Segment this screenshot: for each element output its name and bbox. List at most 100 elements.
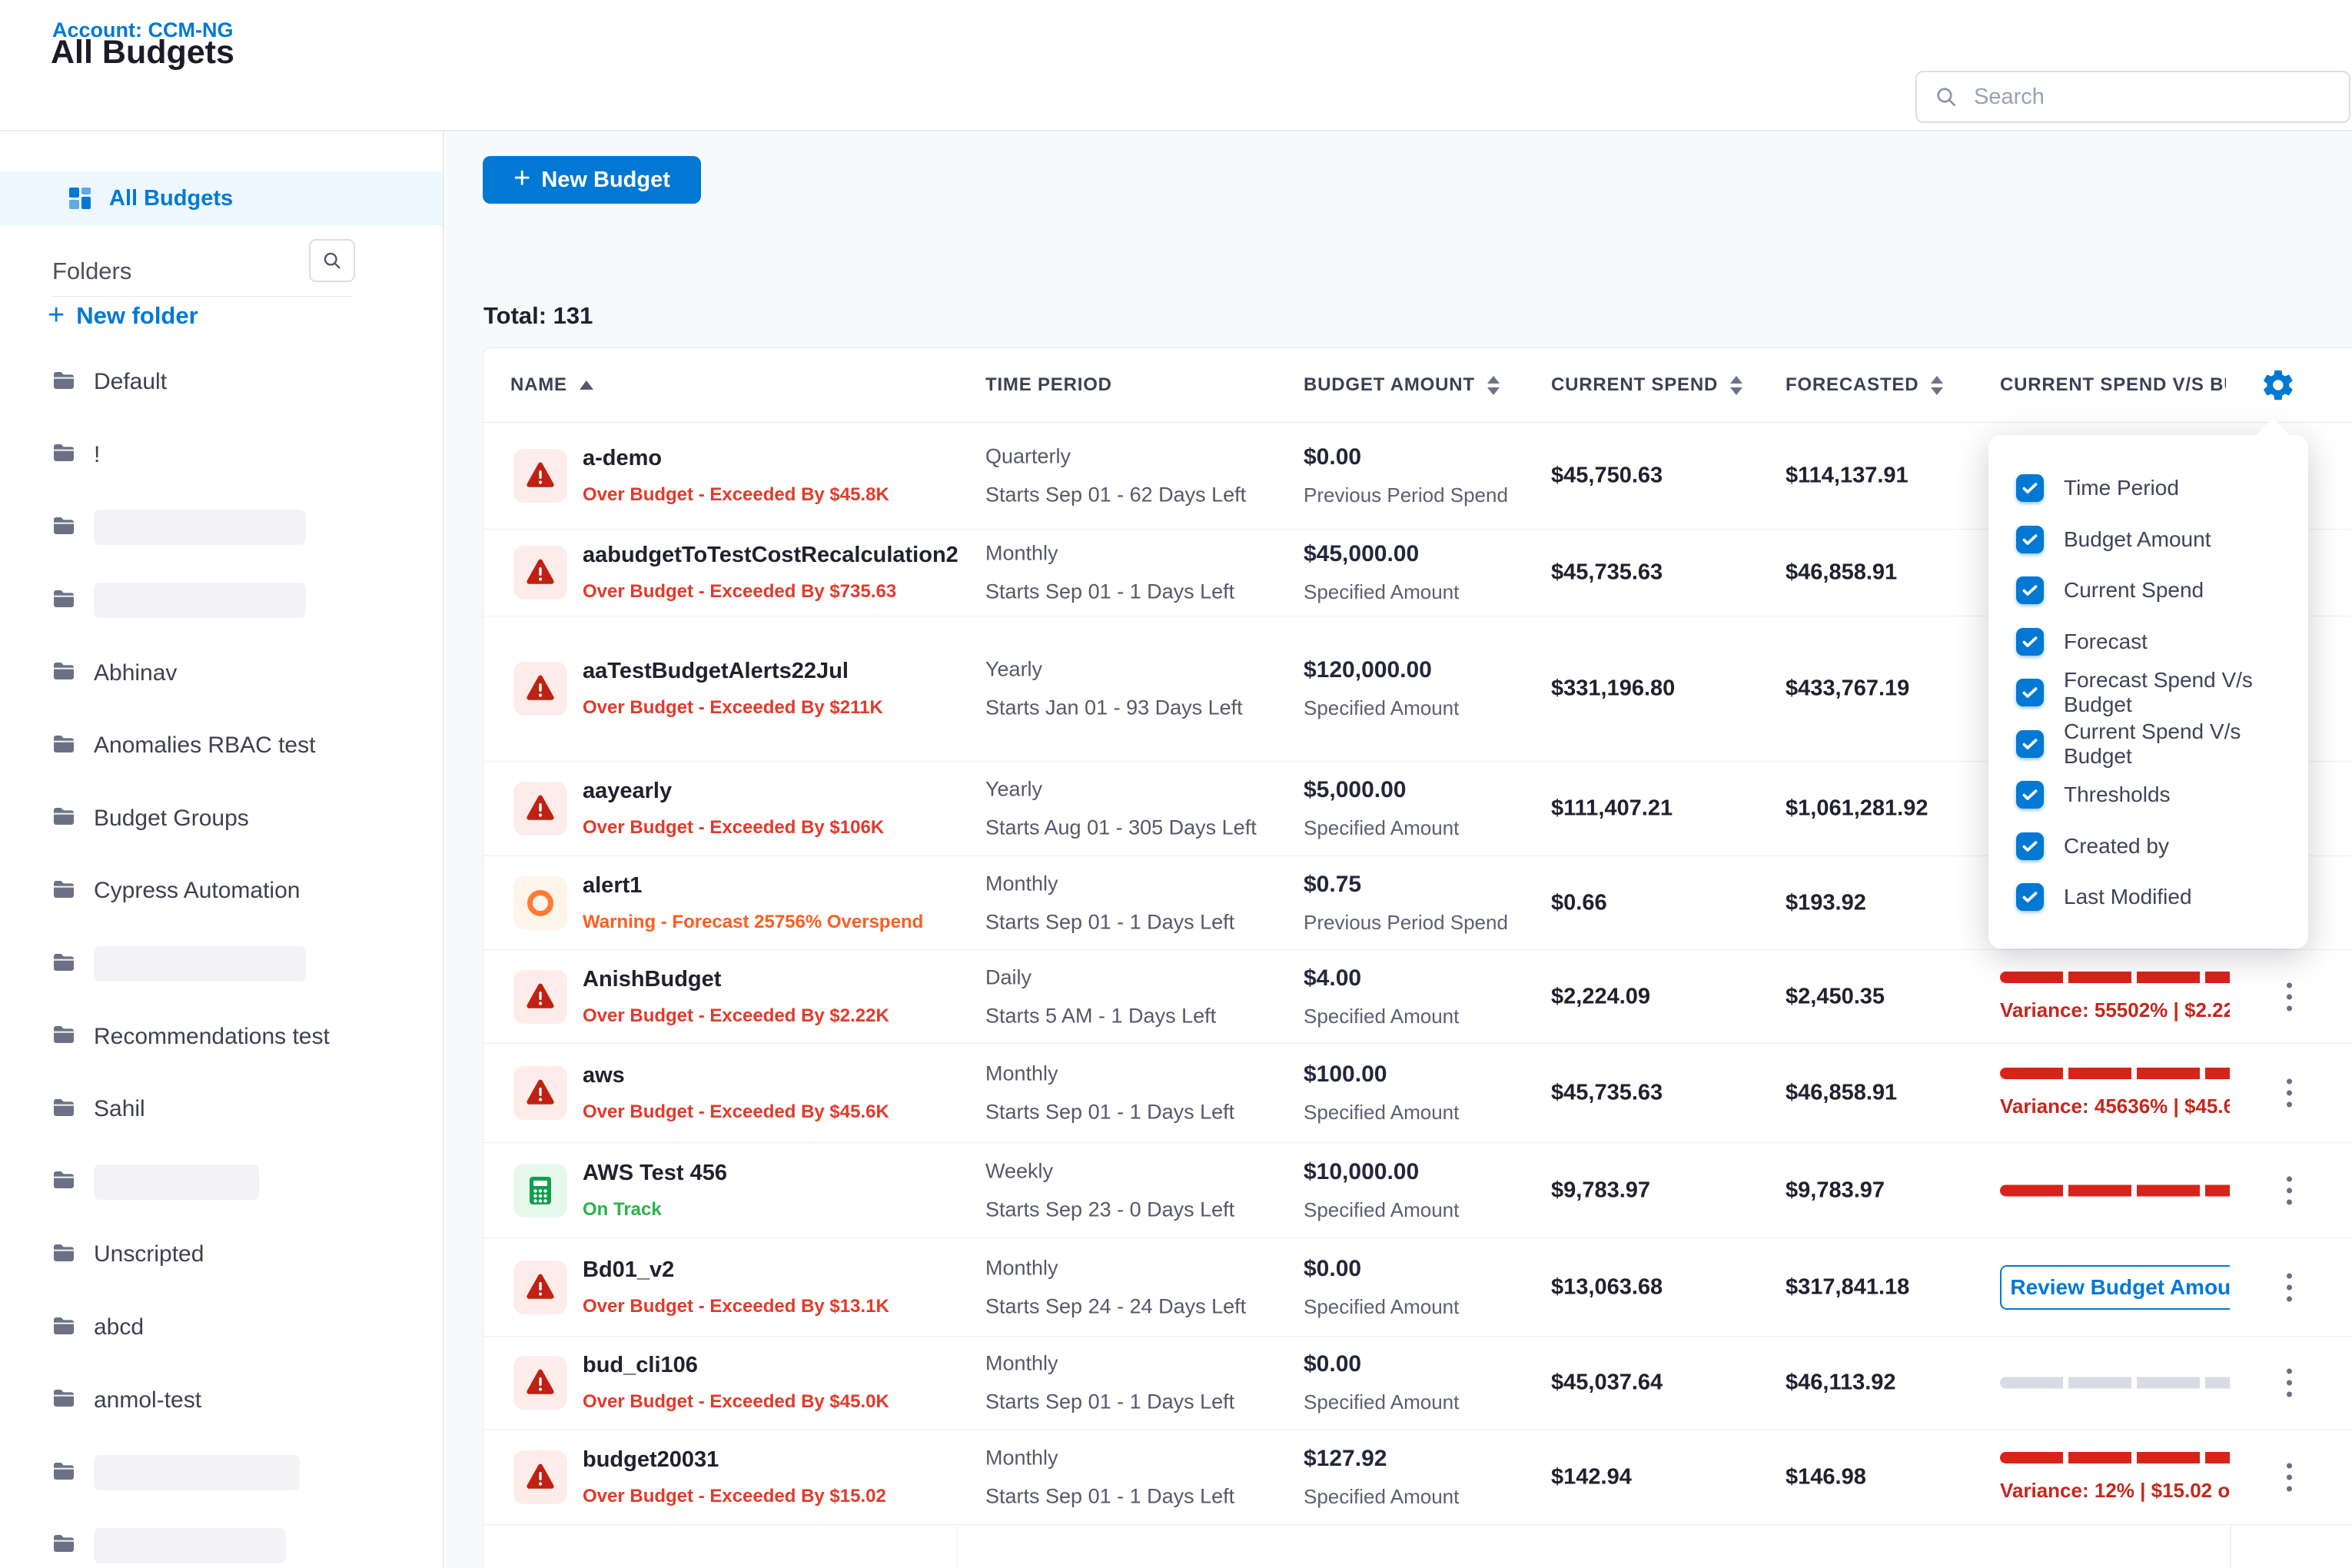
column-menu-item-forecast-spend-v-s-budget[interactable]: Forecast Spend V/s Budget	[2016, 667, 2308, 719]
checkbox-checked-icon[interactable]	[2016, 526, 2044, 553]
folder-item-redacted[interactable]	[52, 491, 443, 564]
time-period-cell: YearlyStarts Aug 01 - 305 Days Left	[985, 778, 1257, 840]
row-menu-kebab-icon[interactable]	[2280, 1458, 2298, 1496]
folder-item-redacted[interactable]	[52, 564, 443, 637]
folder-label: Sahil	[94, 1096, 145, 1122]
column-menu-item-forecast[interactable]: Forecast	[2016, 616, 2308, 668]
alert-triangle-icon	[513, 1450, 567, 1504]
folder-icon	[52, 589, 75, 613]
column-menu-item-time-period[interactable]: Time Period	[2016, 463, 2308, 514]
folder-item-[interactable]: !	[52, 419, 443, 492]
budget-name-cell: AnishBudgetOver Budget - Exceeded By $2.…	[583, 967, 889, 1027]
budget-name-cell: bud_cli106Over Budget - Exceeded By $45.…	[583, 1353, 889, 1413]
table-row-budget20031[interactable]: budget20031Over Budget - Exceeded By $15…	[483, 1430, 2352, 1525]
budget-name: AWS Test 456	[583, 1161, 727, 1186]
table-search-box	[1915, 71, 2350, 123]
folder-item-anomalies-rbac-test[interactable]: Anomalies RBAC test	[52, 709, 443, 782]
budget-amount-note: Previous Period Spend	[1304, 483, 1508, 507]
table-row-aws[interactable]: awsOver Budget - Exceeded By $45.6KMonth…	[483, 1044, 2352, 1143]
folder-item-redacted[interactable]	[52, 928, 443, 1001]
column-menu-item-created-by[interactable]: Created by	[2016, 821, 2308, 872]
sidebar-item-all-budgets[interactable]: All Budgets	[0, 171, 443, 225]
checkbox-checked-icon[interactable]	[2016, 730, 2044, 758]
column-header-current-spend-v-s-budget: CURRENT SPEND V/S BUDGET	[2000, 348, 2226, 422]
table-row-bud-cli106[interactable]: bud_cli106Over Budget - Exceeded By $45.…	[483, 1337, 2352, 1430]
folder-item-abhinav[interactable]: Abhinav	[52, 636, 443, 709]
table-row-aws-test-456[interactable]: AWS Test 456On TrackWeeklyStarts Sep 23 …	[483, 1143, 2352, 1238]
folder-item-redacted[interactable]	[52, 1510, 443, 1568]
folder-icon	[52, 1243, 75, 1267]
checkbox-checked-icon[interactable]	[2016, 832, 2044, 860]
sort-icon	[1931, 376, 1943, 395]
time-period-detail: Starts Sep 23 - 0 Days Left	[985, 1198, 1234, 1221]
folder-item-sahil[interactable]: Sahil	[52, 1073, 443, 1146]
column-header-current-spend[interactable]: CURRENT SPEND	[1551, 348, 1742, 422]
column-menu-item-label: Current Spend	[2064, 578, 2204, 603]
folder-item-redacted[interactable]	[52, 1437, 443, 1510]
table-row-anishbudget[interactable]: AnishBudgetOver Budget - Exceeded By $2.…	[483, 950, 2352, 1044]
folder-item-default[interactable]: Default	[52, 346, 443, 419]
folder-item-anmol-test[interactable]: anmol-test	[52, 1364, 443, 1437]
folder-list: Default! AbhinavAnomalies RBAC testBudget…	[52, 346, 443, 1568]
total-count: Total: 131	[483, 302, 593, 330]
plus-icon: +	[48, 301, 65, 330]
column-menu-item-last-modified[interactable]: Last Modified	[2016, 872, 2308, 923]
checkbox-checked-icon[interactable]	[2016, 628, 2044, 656]
row-menu-kebab-icon[interactable]	[2280, 978, 2298, 1015]
time-period-detail: Starts Sep 01 - 62 Days Left	[985, 483, 1246, 507]
column-menu-item-current-spend-v-s-budget[interactable]: Current Spend V/s Budget	[2016, 719, 2308, 770]
checkbox-checked-icon[interactable]	[2016, 781, 2044, 809]
column-menu-item-thresholds[interactable]: Thresholds	[2016, 769, 2308, 821]
checkbox-checked-icon[interactable]	[2016, 883, 2044, 911]
budget-amount-value: $100.00	[1304, 1061, 1459, 1088]
row-menu-kebab-icon[interactable]	[2280, 1268, 2298, 1306]
budget-name: a-demo	[583, 446, 889, 471]
row-menu-kebab-icon[interactable]	[2280, 1075, 2298, 1112]
new-folder-button[interactable]: + New folder	[48, 302, 198, 330]
forecasted-value: $146.98	[1786, 1464, 1866, 1490]
checkbox-checked-icon[interactable]	[2016, 474, 2044, 502]
budget-amount-note: Specified Amount	[1304, 1485, 1459, 1509]
folder-search-button[interactable]	[309, 239, 355, 282]
folder-icon	[52, 661, 75, 685]
folder-label: anmol-test	[94, 1387, 201, 1414]
column-settings-gear-button[interactable]	[2256, 367, 2293, 404]
table-row-bd01-v2[interactable]: Bd01_v2Over Budget - Exceeded By $13.1KM…	[483, 1238, 2352, 1337]
folder-icon	[52, 806, 75, 830]
current-spend-value: $45,037.64	[1551, 1370, 1663, 1396]
forecasted-value: $317,841.18	[1786, 1274, 1909, 1300]
budget-name: aabudgetToTestCostRecalculation2	[583, 543, 958, 568]
search-input[interactable]	[1972, 84, 2332, 111]
column-menu-item-current-spend[interactable]: Current Spend	[2016, 565, 2308, 616]
warning-ring-icon	[513, 876, 567, 930]
row-menu-kebab-icon[interactable]	[2280, 1171, 2298, 1209]
folder-item-recommendations-test[interactable]: Recommendations test	[52, 1000, 443, 1073]
time-period-detail: Starts 5 AM - 1 Days Left	[985, 1004, 1216, 1028]
folder-label: Default	[94, 369, 167, 395]
budget-amount-cell: $5,000.00Specified Amount	[1304, 777, 1459, 840]
column-menu-item-budget-amount[interactable]: Budget Amount	[2016, 514, 2308, 566]
budget-amount-value: $120,000.00	[1304, 657, 1459, 683]
sidebar-item-label: All Budgets	[109, 186, 233, 211]
budget-name: alert1	[583, 873, 923, 899]
redacted-folder-label	[94, 583, 306, 618]
column-menu-item-label: Last Modified	[2064, 885, 2192, 909]
checkbox-checked-icon[interactable]	[2016, 576, 2044, 604]
new-budget-button[interactable]: + New Budget	[483, 156, 701, 204]
budget-amount-cell: $0.00Specified Amount	[1304, 1351, 1459, 1414]
current-spend-value: $111,407.21	[1551, 796, 1673, 822]
row-menu-kebab-icon[interactable]	[2280, 1364, 2298, 1402]
column-header-budget-amount[interactable]: BUDGET AMOUNT	[1304, 348, 1500, 422]
time-period-detail: Starts Sep 01 - 1 Days Left	[985, 1390, 1234, 1414]
folder-item-budget-groups[interactable]: Budget Groups	[52, 782, 443, 855]
folder-item-redacted[interactable]	[52, 1146, 443, 1219]
folder-item-cypress-automation[interactable]: Cypress Automation	[52, 855, 443, 928]
folder-item-unscripted[interactable]: Unscripted	[52, 1218, 443, 1291]
folder-item-abcd[interactable]: abcd	[52, 1291, 443, 1364]
review-budget-amount-button[interactable]: Review Budget Amount	[2000, 1265, 2230, 1310]
budget-amount-note: Specified Amount	[1304, 1295, 1459, 1319]
column-header-forecasted[interactable]: FORECASTED	[1786, 348, 1943, 422]
time-period-detail: Starts Sep 01 - 1 Days Left	[985, 1101, 1234, 1125]
checkbox-checked-icon[interactable]	[2016, 679, 2044, 706]
column-header-name[interactable]: NAME	[510, 348, 593, 422]
